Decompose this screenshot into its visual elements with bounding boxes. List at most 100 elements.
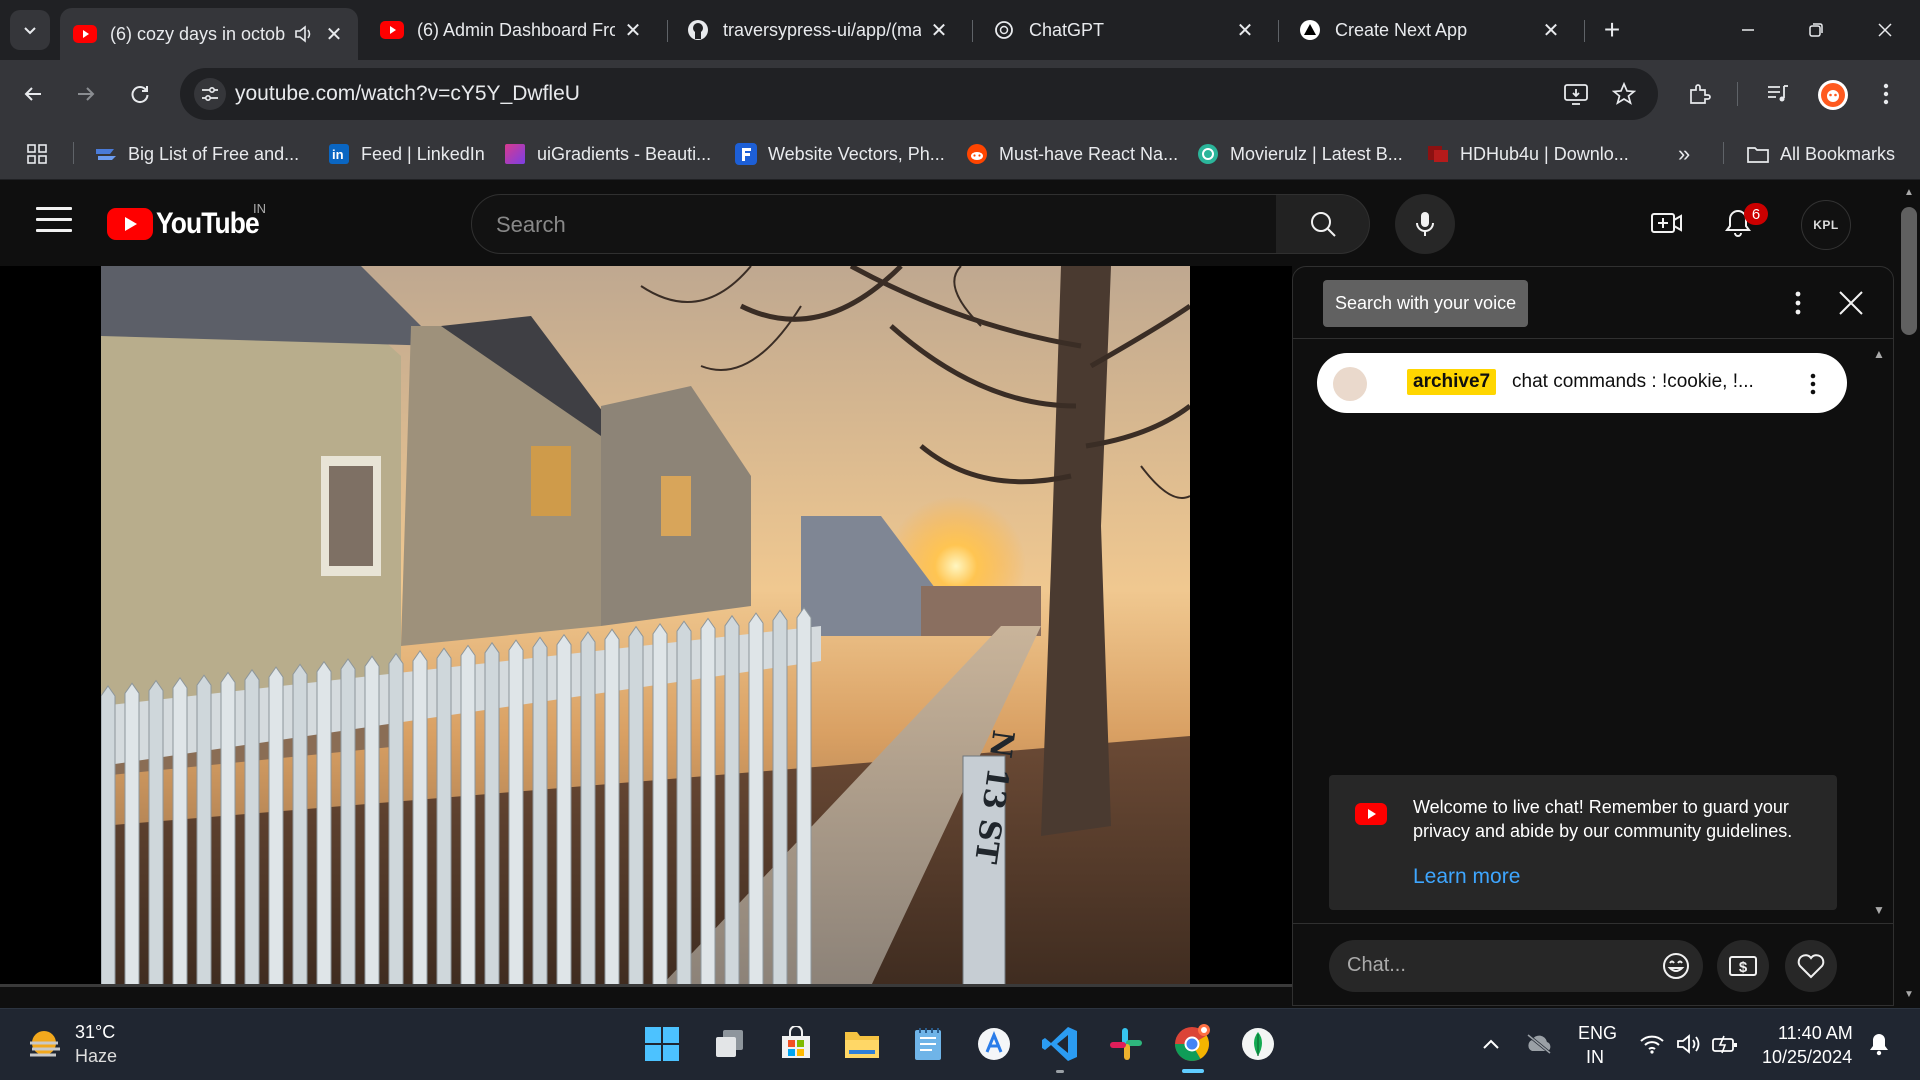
scroll-up-arrow[interactable]: ▲ xyxy=(1904,187,1914,198)
tab-search-button[interactable] xyxy=(10,10,50,50)
youtube-icon xyxy=(72,24,98,44)
guide-menu-button[interactable] xyxy=(36,207,72,237)
weather-description[interactable]: Haze xyxy=(75,1046,117,1067)
account-avatar[interactable]: KPL xyxy=(1801,200,1851,250)
bookmark-item[interactable]: Website Vectors, Ph... xyxy=(734,140,945,168)
tab-close-icon[interactable]: ✕ xyxy=(1233,18,1257,42)
vscode-button[interactable] xyxy=(1039,1023,1081,1065)
browser-tab[interactable]: (6) Admin Dashboard Fro ✕ xyxy=(367,8,657,52)
speaker-icon[interactable] xyxy=(292,22,316,46)
input-language-secondary[interactable]: IN xyxy=(1586,1047,1604,1068)
bookmark-divider xyxy=(73,142,74,164)
all-bookmarks-button[interactable]: All Bookmarks xyxy=(1746,140,1895,168)
weather-haze-icon[interactable] xyxy=(26,1027,64,1063)
battery-button[interactable] xyxy=(1704,1023,1746,1065)
chat-more-options-button[interactable] xyxy=(1783,287,1813,319)
menu-button[interactable] xyxy=(1866,74,1906,114)
site-info-icon[interactable] xyxy=(194,78,226,110)
bookmarks-overflow-button[interactable]: » xyxy=(1678,140,1690,168)
create-button[interactable] xyxy=(1645,201,1689,245)
clock-time[interactable]: 11:40 AM xyxy=(1778,1023,1853,1044)
wifi-button[interactable] xyxy=(1631,1023,1673,1065)
browser-tab[interactable]: traversypress-ui/app/(ma ✕ xyxy=(673,8,963,52)
pinned-message[interactable]: archive7 chat commands : !cookie, !... xyxy=(1317,353,1847,413)
chrome-button[interactable] xyxy=(1171,1023,1213,1065)
onedrive-button[interactable] xyxy=(1518,1023,1560,1065)
hamburger-line xyxy=(36,218,72,221)
youtube-logo[interactable]: YouTube xyxy=(107,207,273,241)
back-button[interactable] xyxy=(13,74,53,114)
page-scrollbar[interactable]: ▲ ▼ xyxy=(1898,181,1920,1008)
battery-charging-icon xyxy=(1712,1035,1737,1054)
extensions-button[interactable] xyxy=(1679,74,1719,114)
scrollbar-thumb[interactable] xyxy=(1901,207,1917,335)
notification-center-button[interactable] xyxy=(1858,1023,1900,1065)
tab-close-icon[interactable]: ✕ xyxy=(927,18,951,42)
bookmark-item[interactable]: uiGradients - Beauti... xyxy=(503,140,711,168)
chat-input-bar: Chat... $ xyxy=(1293,923,1893,1007)
clock-date[interactable]: 10/25/2024 xyxy=(1762,1047,1852,1068)
pinned-author-name[interactable]: archive7 xyxy=(1407,369,1497,395)
input-language-primary[interactable]: ENG xyxy=(1578,1023,1617,1044)
voice-search-button[interactable] xyxy=(1395,194,1455,254)
more-vertical-icon xyxy=(1883,83,1889,105)
task-view-button[interactable] xyxy=(709,1023,751,1065)
apps-grid-icon xyxy=(27,144,47,164)
forward-button[interactable] xyxy=(66,74,106,114)
fence-picket xyxy=(124,682,140,986)
video-frame[interactable]: N 13 ST xyxy=(101,266,1190,986)
pinned-more-button[interactable] xyxy=(1801,369,1825,399)
show-hidden-icons-button[interactable] xyxy=(1470,1023,1512,1065)
nextjs-icon xyxy=(1297,20,1323,40)
chat-scroll-down-arrow[interactable]: ▼ xyxy=(1873,903,1885,917)
new-tab-button[interactable]: + xyxy=(1596,14,1628,46)
notepad-button[interactable] xyxy=(907,1023,949,1065)
start-button[interactable] xyxy=(641,1023,683,1065)
microsoft-store-button[interactable] xyxy=(775,1023,817,1065)
star-icon[interactable] xyxy=(1608,78,1640,110)
avatar-text: KPL xyxy=(1813,218,1839,232)
bookmark-item[interactable]: Big List of Free and... xyxy=(94,140,299,168)
file-explorer-button[interactable] xyxy=(841,1023,883,1065)
mongodb-compass-button[interactable] xyxy=(1237,1023,1279,1065)
app-store-button[interactable] xyxy=(973,1023,1015,1065)
tab-close-icon[interactable]: ✕ xyxy=(621,18,645,42)
super-chat-button[interactable]: $ xyxy=(1717,940,1769,992)
like-heart-button[interactable] xyxy=(1785,940,1837,992)
close-window-button[interactable] xyxy=(1862,10,1908,50)
address-bar[interactable]: youtube.com/watch?v=cY5Y_DwfleU xyxy=(180,68,1658,120)
chat-input-field[interactable]: Chat... xyxy=(1329,940,1649,992)
search-button[interactable] xyxy=(1276,194,1370,254)
browser-tab-active[interactable]: (6) cozy days in octob ✕ xyxy=(60,8,358,60)
slack-button[interactable] xyxy=(1105,1023,1147,1065)
windows-logo-icon xyxy=(645,1027,679,1061)
notepad-icon xyxy=(915,1028,941,1060)
restore-button[interactable] xyxy=(1793,10,1839,50)
bookmark-item[interactable]: in Feed | LinkedIn xyxy=(327,140,485,168)
video-progress-bar[interactable] xyxy=(0,984,1292,987)
media-controls-button[interactable] xyxy=(1758,74,1798,114)
bookmark-item[interactable]: Must-have React Na... xyxy=(965,140,1178,168)
install-app-icon[interactable] xyxy=(1560,78,1592,110)
bookmark-label: Movierulz | Latest B... xyxy=(1230,143,1403,164)
bookmark-item[interactable]: Movierulz | Latest B... xyxy=(1196,140,1403,168)
chat-scroll-up-arrow[interactable]: ▲ xyxy=(1873,347,1885,361)
youtube-wordmark: YouTube xyxy=(156,207,260,240)
browser-tab[interactable]: ChatGPT ✕ xyxy=(979,8,1269,52)
learn-more-link[interactable]: Learn more xyxy=(1413,865,1520,889)
profile-avatar[interactable] xyxy=(1818,80,1848,110)
search-input[interactable]: Search xyxy=(471,194,1277,254)
tab-close-icon[interactable]: ✕ xyxy=(1539,18,1563,42)
tab-close-icon[interactable]: ✕ xyxy=(322,22,346,46)
reload-button[interactable] xyxy=(120,74,160,114)
browser-tab[interactable]: Create Next App ✕ xyxy=(1285,8,1575,52)
weather-temperature[interactable]: 31°C xyxy=(75,1022,115,1043)
apps-button[interactable] xyxy=(26,140,48,168)
scroll-down-arrow[interactable]: ▼ xyxy=(1904,989,1914,1000)
fence-picket xyxy=(652,623,668,986)
bookmark-item[interactable]: HDHub4u | Downlo... xyxy=(1426,140,1629,168)
fence-picket xyxy=(628,625,644,986)
chat-close-button[interactable] xyxy=(1833,285,1869,321)
emoji-button[interactable] xyxy=(1649,940,1703,992)
minimize-button[interactable] xyxy=(1725,10,1771,50)
